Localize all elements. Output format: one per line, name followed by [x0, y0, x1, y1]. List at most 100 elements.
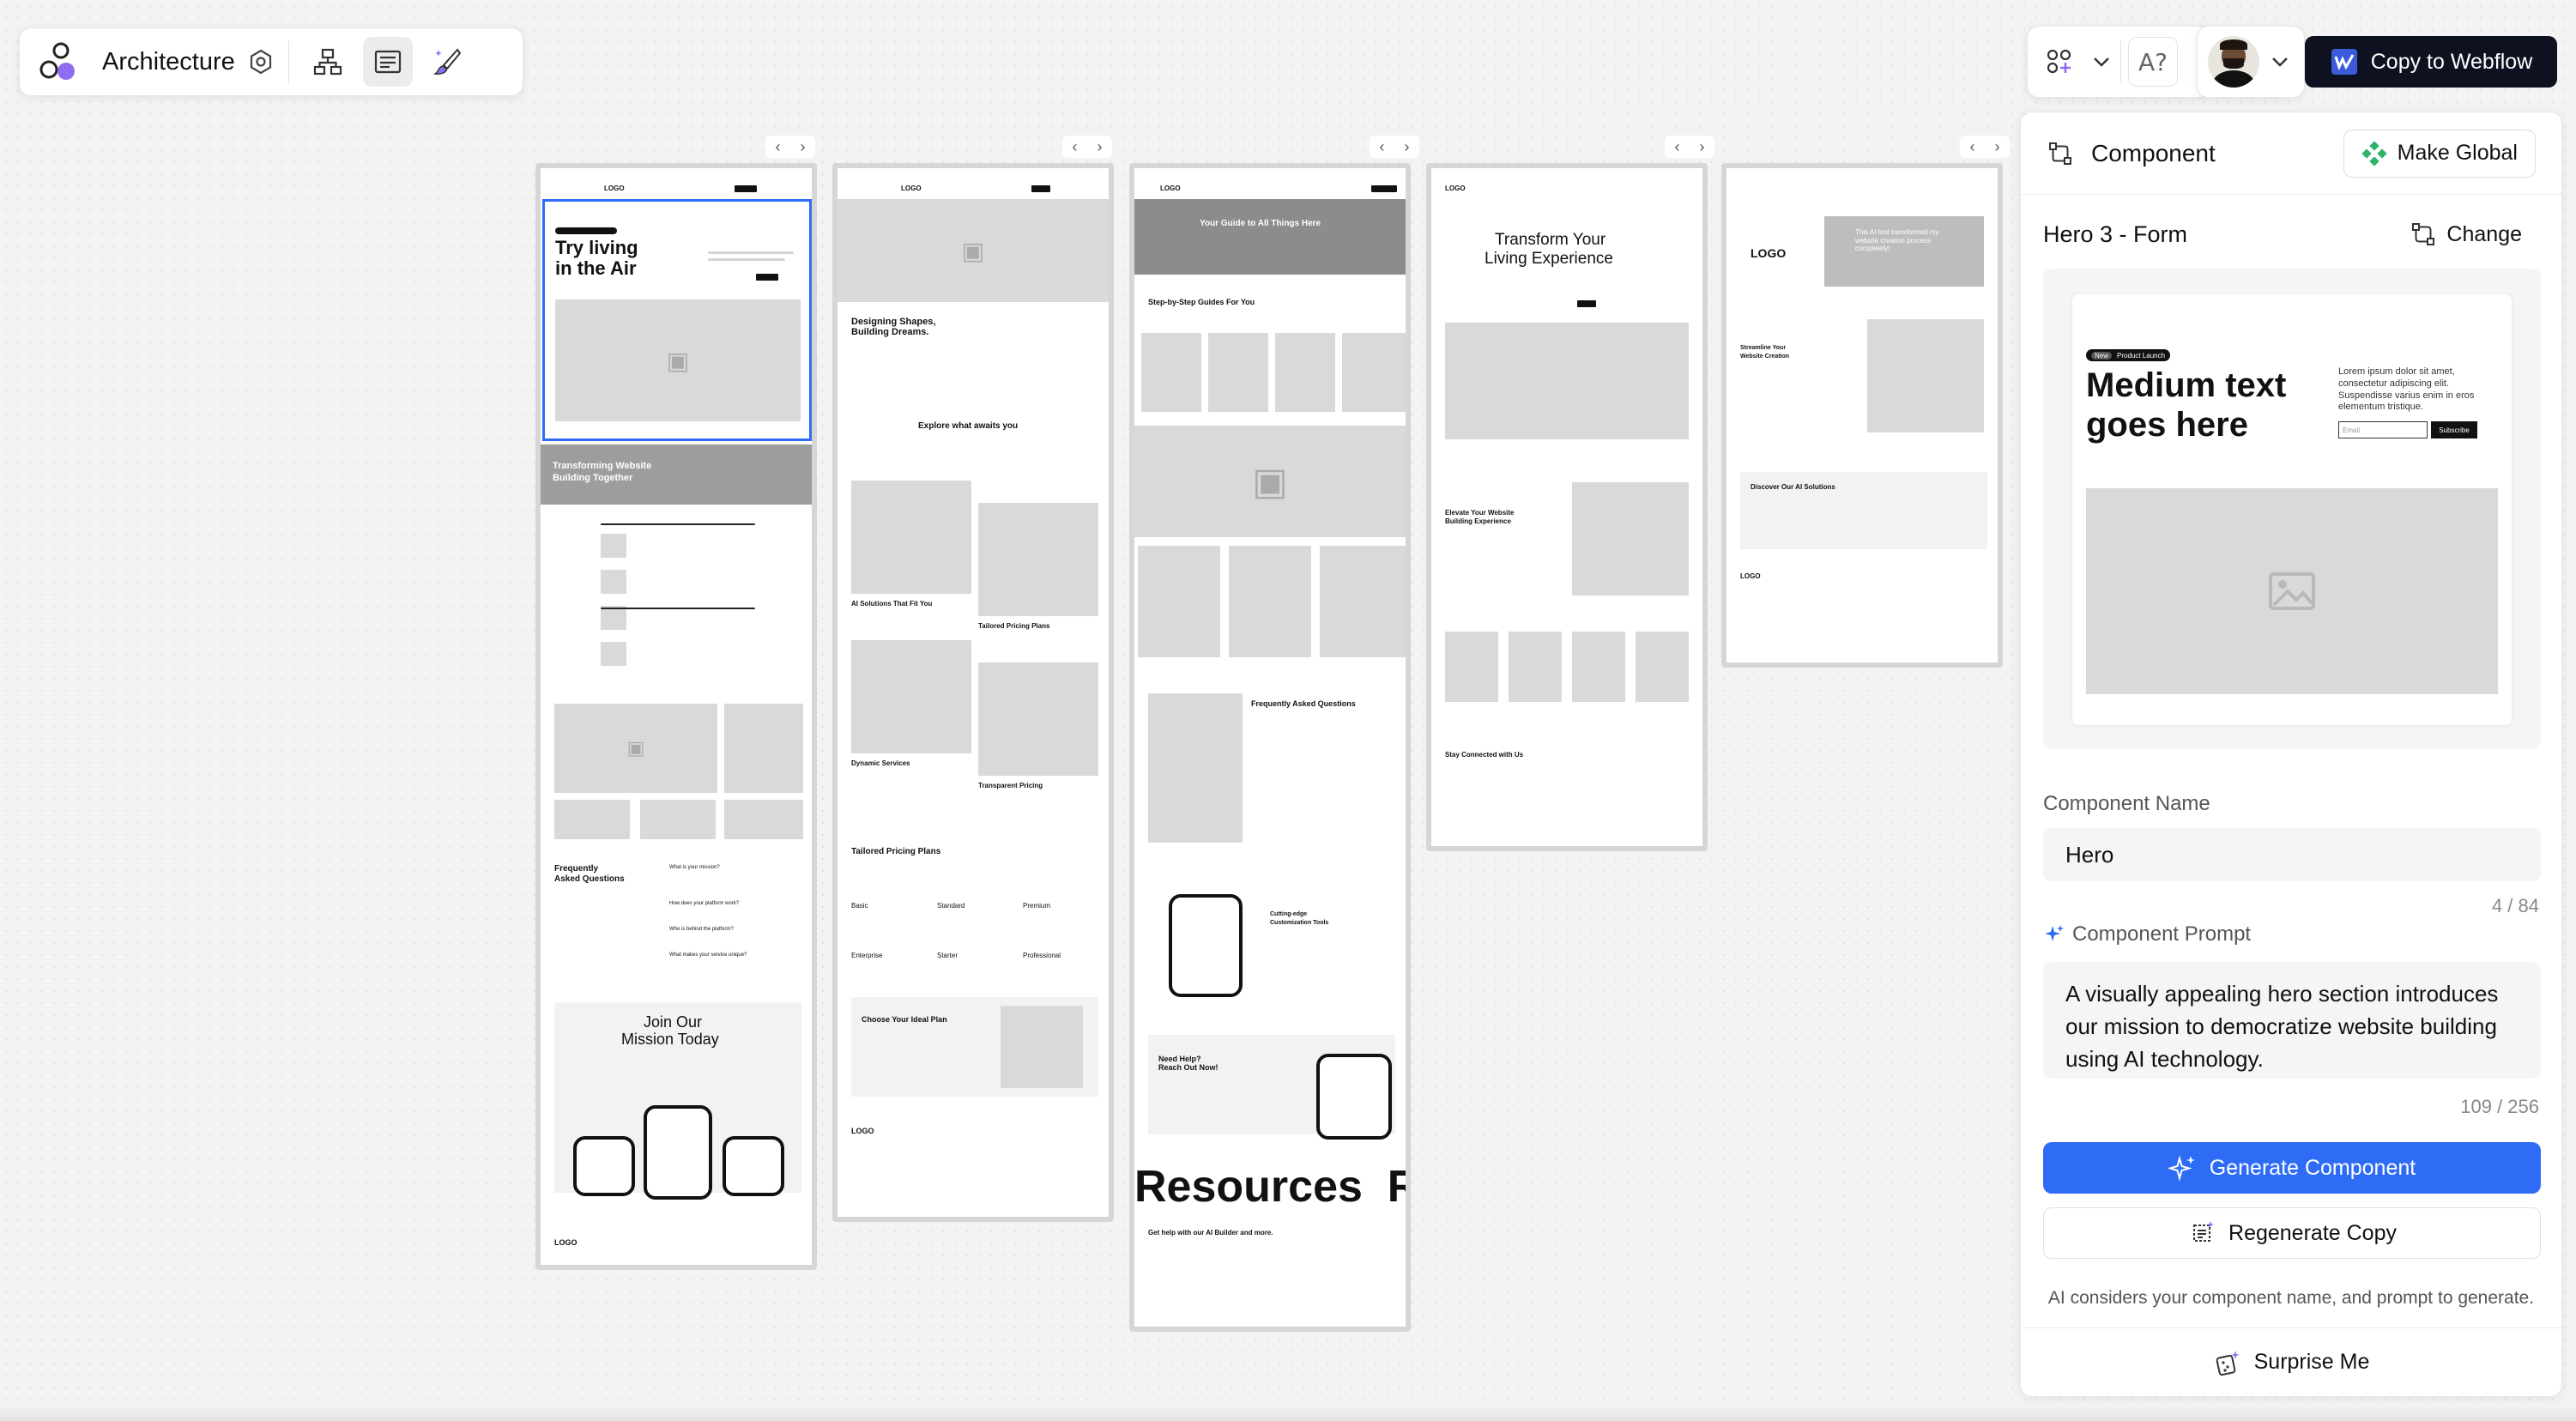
help-title-line2: Reach Out Now! [1158, 1063, 1218, 1072]
section-title: Explore what awaits you [918, 421, 1019, 431]
font-icon: A? [2138, 47, 2168, 76]
page-pager[interactable]: ‹ › [1062, 136, 1112, 158]
stream-title-line2: Website Creation [1740, 354, 1790, 360]
components-add-icon [2047, 49, 2071, 74]
chevron-down-icon[interactable] [2268, 50, 2292, 74]
plan-label: Basic [851, 902, 868, 910]
page-pager[interactable]: ‹ › [1960, 136, 2010, 158]
page-pager[interactable]: ‹ › [765, 136, 815, 158]
components-button[interactable] [2036, 37, 2083, 87]
custom-title-line2: Customization Tools [1270, 920, 1329, 926]
footer-logo: LOGO [1740, 572, 1761, 580]
image-icon [2269, 572, 2315, 610]
gallery-image [724, 800, 803, 839]
image-icon: ▣ [666, 347, 690, 374]
list-divider [601, 523, 755, 525]
hero-cta [1577, 300, 1596, 307]
wireframe-page-5[interactable]: LOGO This AI tool transformed my website… [1721, 163, 2003, 668]
hero-logo: LOGO [1751, 246, 1787, 260]
phone-mockup [644, 1105, 712, 1200]
chevron-down-icon[interactable] [2089, 50, 2113, 74]
preview-badge: New Product Launch [2086, 349, 2171, 361]
component-panel: Component Make Global Hero 3 - Form Chan… [2020, 112, 2562, 1397]
regenerate-copy-button[interactable]: Regenerate Copy [2043, 1207, 2541, 1259]
component-prompt-label: Component Prompt [2072, 922, 2252, 946]
wireframe-icon [374, 50, 401, 74]
chevron-left-icon[interactable]: ‹ [1073, 138, 1078, 156]
guide-image [1141, 333, 1201, 412]
style-guide-button[interactable] [423, 37, 473, 87]
project-title: Architecture [102, 47, 235, 76]
style-guide-icon [432, 48, 462, 75]
wireframe-page-1[interactable]: LOGO Try living in the Air ▣ Transformin… [535, 163, 817, 1270]
hero-image-placeholder: ▣ [838, 199, 1109, 302]
make-global-button[interactable]: Make Global [2343, 129, 2536, 178]
sparkle-icon [2168, 1155, 2195, 1182]
guide-image [1275, 333, 1335, 412]
chevron-right-icon[interactable]: › [1995, 138, 2000, 156]
faq-image [1148, 693, 1243, 843]
hero-title-line1: Designing Shapes, [851, 317, 936, 327]
nav-logo: LOGO [901, 184, 922, 192]
hero-title-line2: Building Dreams. [851, 327, 929, 337]
chevron-right-icon[interactable]: › [801, 138, 806, 156]
wireframe-page-2[interactable]: LOGO ▣ Designing Shapes, Building Dreams… [832, 163, 1114, 1222]
chevron-left-icon[interactable]: ‹ [776, 138, 781, 156]
wireframe-page-4[interactable]: LOGO Transform Your Living Experience El… [1426, 163, 1708, 851]
surprise-me-button[interactable]: Surprise Me [2021, 1327, 2561, 1396]
nav-logo: LOGO [1160, 184, 1181, 192]
preview-body: Lorem ipsum dolor sit amet, consectetur … [2338, 366, 2475, 413]
band-title-line1: Transforming Website [553, 461, 652, 471]
list-thumb [601, 570, 626, 594]
elevate-title-line1: Elevate Your Website [1445, 509, 1515, 517]
panel-header: Component Make Global [2021, 112, 2561, 195]
list-thumb [601, 606, 626, 630]
chevron-right-icon[interactable]: › [1098, 138, 1103, 156]
copy-to-webflow-label: Copy to Webflow [2370, 49, 2533, 74]
component-icon [2049, 142, 2071, 165]
wide-image: ▣ [1134, 426, 1406, 537]
image-icon: ▣ [626, 737, 645, 759]
copy-to-webflow-button[interactable]: Copy to Webflow [2305, 36, 2557, 88]
feature-image [1572, 482, 1689, 596]
chevron-right-icon[interactable]: › [1700, 138, 1705, 156]
preview-heading-line2: goes here [2086, 406, 2248, 444]
hero-body-line [708, 258, 785, 261]
preview-heading-line1: Medium text [2086, 366, 2287, 404]
change-button[interactable]: Change [2393, 210, 2539, 258]
preview-image-placeholder [2086, 488, 2498, 694]
feature-title: Tailored Pricing Plans [978, 622, 1050, 630]
gallery-image [554, 800, 630, 839]
user-menu[interactable] [2197, 26, 2305, 98]
hero-section-selected[interactable]: Try living in the Air ▣ [542, 199, 812, 441]
page-pager[interactable]: ‹ › [1370, 136, 1419, 158]
component-prompt-textarea[interactable]: A visually appealing hero section introd… [2043, 962, 2541, 1079]
faq-title-line1: Frequently [554, 864, 599, 874]
preview-subscribe: Subscribe [2431, 421, 2477, 438]
page-pager[interactable]: ‹ › [1665, 136, 1714, 158]
component-name-input[interactable]: Hero [2043, 828, 2541, 881]
avatar[interactable] [2208, 36, 2259, 88]
chevron-left-icon[interactable]: ‹ [1970, 138, 1975, 156]
wireframe-button[interactable] [362, 37, 413, 87]
tools-divider [2120, 40, 2121, 83]
settings-hex-icon[interactable] [247, 48, 275, 76]
regenerate-icon [2193, 1221, 2215, 1242]
component-prompt-value: A visually appealing hero section introd… [2065, 981, 2499, 1072]
generate-component-button[interactable]: Generate Component [2043, 1142, 2541, 1194]
list-thumb [601, 642, 626, 666]
app-logo-icon[interactable] [37, 40, 80, 83]
gallery-image [724, 704, 803, 793]
sitemap-button[interactable] [303, 37, 353, 87]
chevron-right-icon[interactable]: › [1405, 138, 1410, 156]
hero-title: Your Guide to All Things Here [1200, 219, 1321, 228]
chevron-left-icon[interactable]: ‹ [1380, 138, 1385, 156]
choose-plan-section: Choose Your Ideal Plan [851, 997, 1098, 1097]
wireframe-page-3[interactable]: LOGO Your Guide to All Things Here Step-… [1129, 163, 1411, 1332]
font-settings-button[interactable]: A? [2128, 37, 2178, 87]
nav-logo: LOGO [1445, 184, 1466, 192]
name-char-counter: 4 / 84 [2491, 895, 2539, 916]
chevron-left-icon[interactable]: ‹ [1675, 138, 1680, 156]
plan-label: Standard [937, 902, 965, 910]
resources-sub: Get help with our AI Builder and more. [1148, 1229, 1273, 1237]
